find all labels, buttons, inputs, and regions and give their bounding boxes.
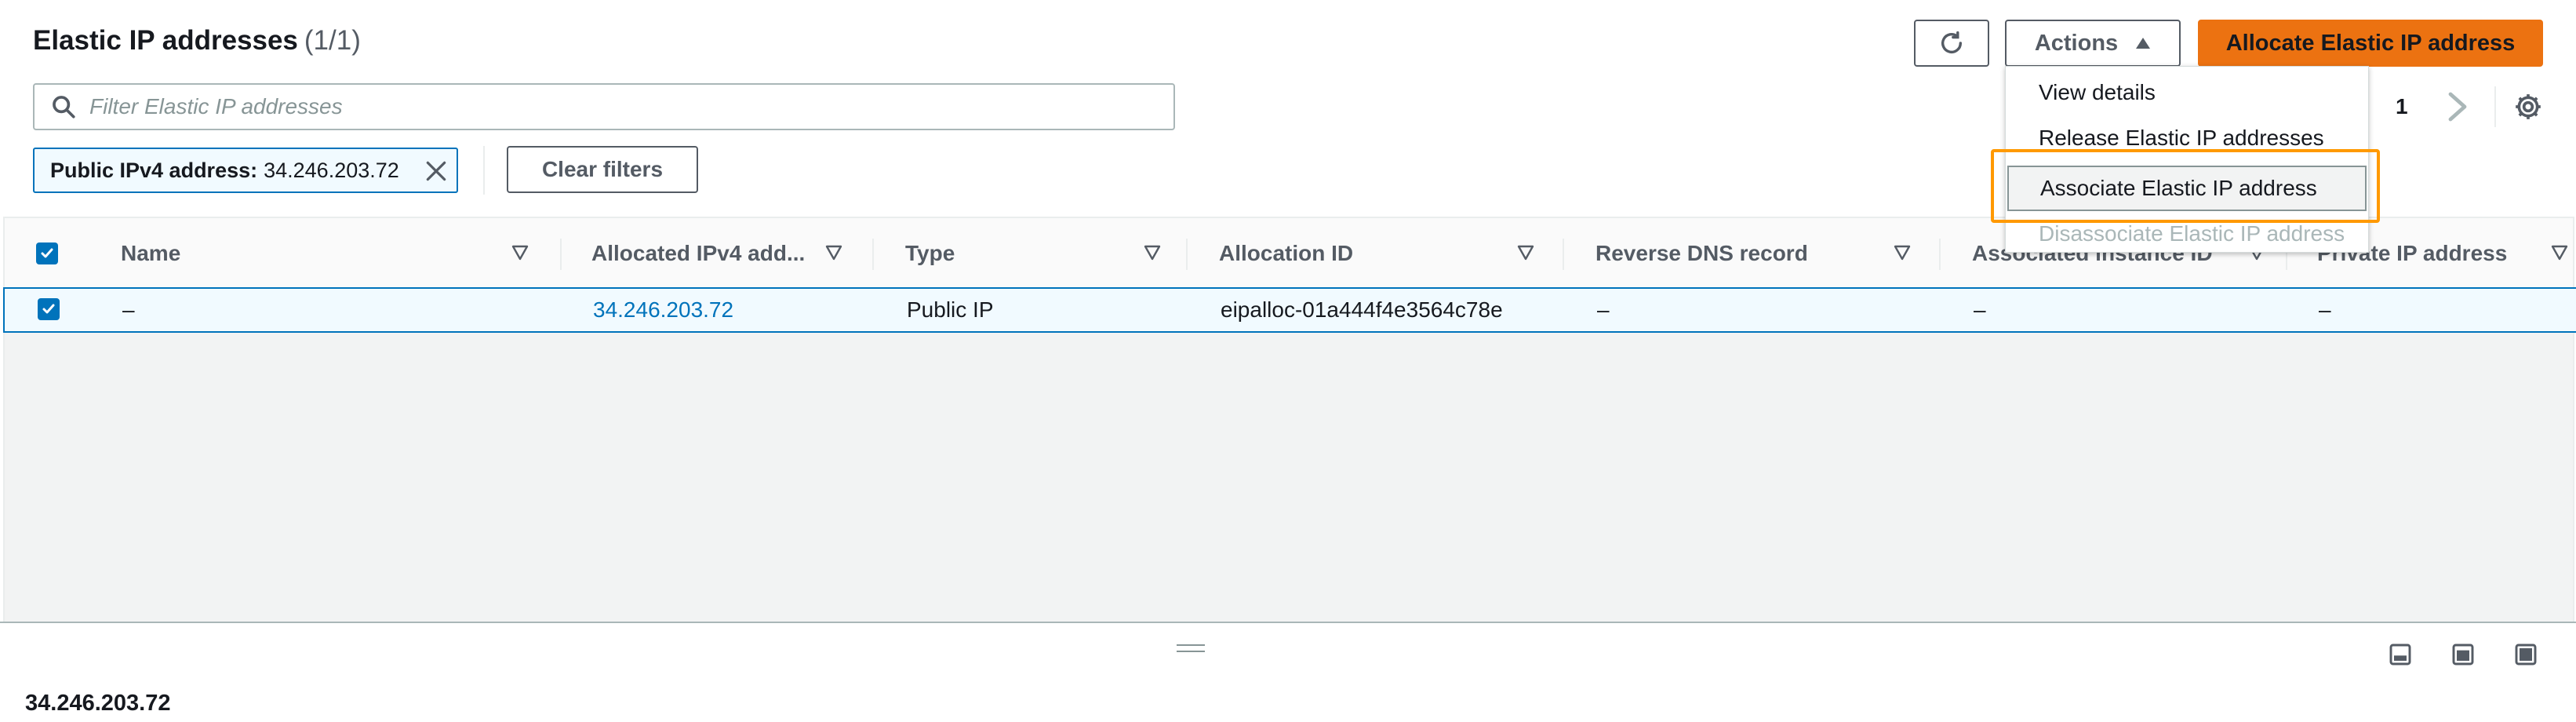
actions-menu: View details Release Elastic IP addresse… — [2005, 66, 2369, 253]
token-divider — [483, 146, 485, 195]
column-separator — [1186, 239, 1188, 270]
filter-input[interactable] — [89, 94, 1156, 119]
refresh-icon — [1941, 31, 1963, 53]
page-number[interactable]: 1 — [2396, 94, 2408, 119]
cell-type: Public IP — [907, 297, 994, 322]
column-label: Name — [121, 241, 181, 265]
refresh-button[interactable] — [1914, 20, 1989, 67]
selection-count: (1/1) — [304, 25, 361, 56]
cell-private-ip: – — [2319, 297, 2331, 322]
column-header-name[interactable]: Name — [121, 218, 537, 289]
pagination-divider — [2494, 86, 2496, 127]
gear-icon[interactable] — [2512, 91, 2544, 122]
column-label: Type — [905, 241, 955, 265]
sort-icon[interactable] — [825, 245, 842, 261]
column-header-allocation-id[interactable]: Allocation ID — [1219, 218, 1556, 289]
elastic-ip-table: Name Allocated IPv4 add... Type Allocati… — [3, 217, 2576, 622]
caret-up-icon — [2136, 38, 2151, 49]
split-panel-title: 34.246.203.72 — [25, 691, 171, 716]
clear-filters-button[interactable]: Clear filters — [507, 146, 698, 193]
drag-handle-icon[interactable] — [1177, 644, 1205, 653]
search-icon — [53, 96, 75, 119]
cell-allocation-id: eipalloc-01a444f4e3564c78e — [1221, 297, 1503, 322]
select-all-checkbox[interactable] — [36, 242, 58, 264]
token-value: 34.246.203.72 — [264, 158, 399, 182]
cell-reverse-dns: – — [1597, 297, 1610, 322]
chevron-right-icon[interactable] — [2447, 91, 2468, 122]
actions-label: Actions — [2034, 30, 2119, 56]
check-icon — [41, 248, 53, 258]
column-separator — [1939, 239, 1941, 270]
column-separator — [872, 239, 874, 270]
actions-button[interactable]: Actions — [2005, 20, 2181, 67]
page-title-text: Elastic IP addresses — [33, 25, 298, 56]
column-header-allocated-ipv4[interactable]: Allocated IPv4 add... — [591, 218, 850, 289]
table-row[interactable]: – 34.246.203.72 Public IP eipalloc-01a44… — [3, 287, 2576, 333]
panel-bottom-icon[interactable] — [2388, 642, 2413, 667]
split-panel: 34.246.203.72 — [0, 622, 2576, 722]
column-label: Allocated IPv4 add... — [591, 241, 806, 265]
sort-icon[interactable] — [1144, 245, 1161, 261]
menu-item-release-elastic-ip[interactable]: Release Elastic IP addresses — [2006, 115, 2368, 161]
filter-token: Public IPv4 address: 34.246.203.72 — [33, 148, 458, 193]
allocate-elastic-ip-button[interactable]: Allocate Elastic IP address — [2198, 20, 2543, 67]
column-header-type[interactable]: Type — [905, 218, 1164, 289]
sort-icon[interactable] — [2551, 245, 2568, 261]
sort-icon[interactable] — [1517, 245, 1534, 261]
close-icon[interactable] — [424, 159, 449, 184]
menu-item-disassociate-elastic-ip: Disassociate Elastic IP address — [2039, 221, 2345, 246]
column-header-reverse-dns[interactable]: Reverse DNS record — [1595, 218, 1941, 289]
column-label: Allocation ID — [1219, 241, 1354, 265]
column-label: Reverse DNS record — [1595, 241, 1808, 265]
column-separator — [560, 239, 562, 270]
menu-item-view-details[interactable]: View details — [2006, 70, 2368, 115]
menu-item-associate-elastic-ip[interactable]: Associate Elastic IP address — [2007, 166, 2367, 211]
filter-box — [33, 83, 1175, 130]
sort-icon[interactable] — [511, 245, 529, 261]
cell-name: – — [122, 297, 135, 322]
cell-instance-id: – — [1974, 297, 1986, 322]
page-title: Elastic IP addresses (1/1) — [33, 25, 361, 57]
panel-side-icon[interactable] — [2450, 642, 2476, 667]
check-icon — [42, 304, 55, 314]
panel-full-icon[interactable] — [2513, 642, 2538, 667]
sort-icon[interactable] — [1894, 245, 1911, 261]
row-checkbox[interactable] — [38, 298, 60, 320]
column-separator — [1563, 239, 1564, 270]
token-key: Public IPv4 address: — [50, 158, 258, 182]
cell-allocated-ipv4-link[interactable]: 34.246.203.72 — [593, 289, 733, 331]
